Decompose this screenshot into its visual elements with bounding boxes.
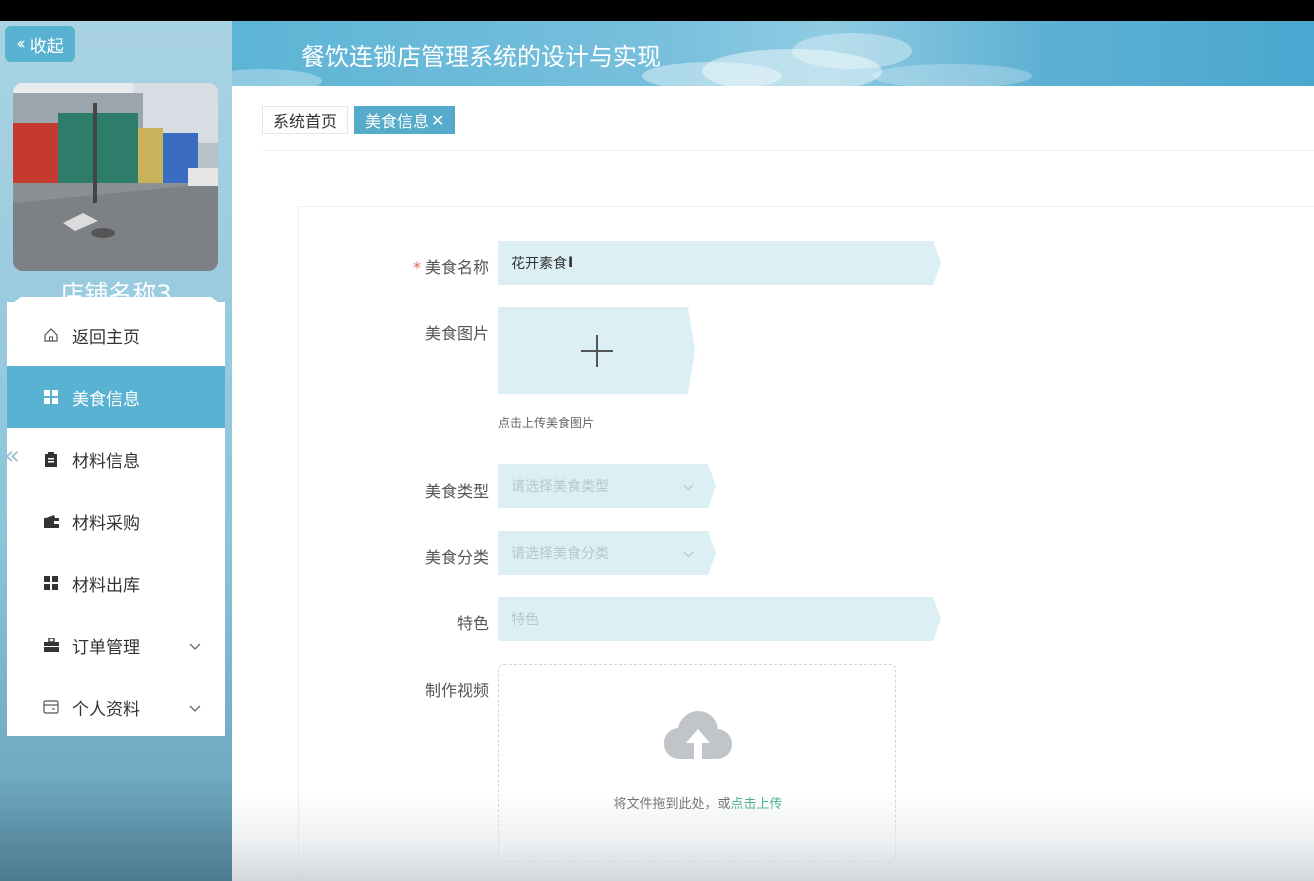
food-name-input[interactable]: 花开素食 I bbox=[498, 241, 941, 285]
video-drop-zone[interactable]: 将文件拖到此处，或点击上传 bbox=[498, 664, 896, 862]
chevron-down-icon bbox=[683, 479, 694, 495]
food-category-placeholder: 请选择美食分类 bbox=[511, 546, 609, 562]
divider bbox=[262, 150, 1314, 151]
sidebar-item-label: 材料出库 bbox=[72, 575, 140, 596]
feature-placeholder: 特色 bbox=[511, 612, 539, 628]
food-image-upload[interactable] bbox=[498, 307, 695, 394]
collapse-button[interactable]: ‹‹ 收起 bbox=[5, 26, 75, 62]
shop-photo bbox=[13, 83, 218, 271]
app-header: 餐饮连锁店管理系统的设计与实现 bbox=[232, 21, 1314, 86]
sidebar-menu: 返回主页 美食信息 材料信息 材料采购 材料出库 订单管理 个人资料 bbox=[7, 302, 225, 736]
sidebar-item-label: 材料采购 bbox=[72, 513, 140, 534]
sidebar-item-label: 美食信息 bbox=[72, 389, 140, 410]
food-category-select[interactable]: 请选择美食分类 bbox=[498, 531, 716, 575]
grid-icon bbox=[42, 388, 60, 406]
sidebar-item-label: 个人资料 bbox=[72, 699, 140, 720]
double-chevron-left-icon: ‹‹ bbox=[16, 34, 25, 54]
clipboard-icon bbox=[42, 450, 60, 468]
food-name-label: * 美食名称 bbox=[412, 258, 489, 277]
sidebar-item-label: 订单管理 bbox=[72, 637, 140, 658]
sidebar-item-food-info[interactable]: 美食信息 bbox=[7, 366, 225, 428]
grid-icon bbox=[42, 574, 60, 592]
food-type-label: 美食类型 bbox=[424, 482, 489, 501]
sidebar-item-profile[interactable]: 个人资料 bbox=[7, 676, 225, 738]
card-icon bbox=[42, 698, 60, 716]
food-image-label: 美食图片 bbox=[424, 324, 489, 343]
video-drop-text: 将文件拖到此处，或点击上传 bbox=[613, 797, 783, 812]
food-form: * 美食名称 花开素食 I 美食图片 点击上传美食图片 美食类型 请选择美食类型 … bbox=[298, 206, 1314, 881]
chevron-down-icon bbox=[189, 636, 201, 656]
chevron-down-icon bbox=[683, 546, 694, 562]
sidebar-item-label: 返回主页 bbox=[72, 327, 140, 348]
feature-input[interactable]: 特色 bbox=[498, 597, 941, 641]
food-image-hint: 点击上传美食图片 bbox=[498, 416, 595, 430]
briefcase-icon bbox=[42, 636, 60, 654]
chevron-down-icon bbox=[189, 698, 201, 718]
food-name-value: 花开素食 bbox=[511, 256, 567, 272]
sidebar-item-material-purchase[interactable]: 材料采购 bbox=[7, 490, 225, 552]
plus-icon bbox=[581, 335, 613, 367]
upload-link[interactable]: 点击上传 bbox=[731, 797, 783, 812]
sidebar-item-order-management[interactable]: 订单管理 bbox=[7, 614, 225, 676]
sidebar-item-home[interactable]: 返回主页 bbox=[7, 304, 225, 366]
close-icon[interactable]: ✕ bbox=[431, 111, 444, 130]
tab-food-info[interactable]: 美食信息 ✕ bbox=[354, 106, 456, 134]
text-cursor-icon: I bbox=[568, 255, 574, 271]
tab-label: 系统首页 bbox=[273, 112, 338, 131]
collapse-label: 收起 bbox=[29, 36, 64, 57]
food-category-label: 美食分类 bbox=[424, 548, 489, 567]
tab-bar: 系统首页 美食信息 ✕ bbox=[262, 106, 456, 136]
sidebar-item-material-info[interactable]: 材料信息 bbox=[7, 428, 225, 490]
video-label: 制作视频 bbox=[424, 681, 489, 700]
food-type-select[interactable]: 请选择美食类型 bbox=[498, 464, 716, 508]
feature-label: 特色 bbox=[456, 614, 489, 633]
screen-top-bar bbox=[0, 0, 1314, 21]
home-icon bbox=[42, 326, 60, 344]
sidebar-toggle-arrow-icon[interactable]: « bbox=[4, 441, 20, 471]
wallet-icon bbox=[42, 512, 60, 530]
cloud-upload-icon bbox=[664, 711, 732, 759]
food-type-placeholder: 请选择美食类型 bbox=[511, 479, 609, 495]
tab-home[interactable]: 系统首页 bbox=[262, 106, 349, 134]
sidebar-item-material-outbound[interactable]: 材料出库 bbox=[7, 552, 225, 614]
main-content: 系统首页 美食信息 ✕ * 美食名称 花开素食 I 美食图片 点击上传美食图片 美… bbox=[232, 86, 1314, 881]
sidebar-item-label: 材料信息 bbox=[72, 451, 140, 472]
app-title: 餐饮连锁店管理系统的设计与实现 bbox=[301, 43, 661, 71]
tab-label: 美食信息 bbox=[365, 112, 430, 131]
